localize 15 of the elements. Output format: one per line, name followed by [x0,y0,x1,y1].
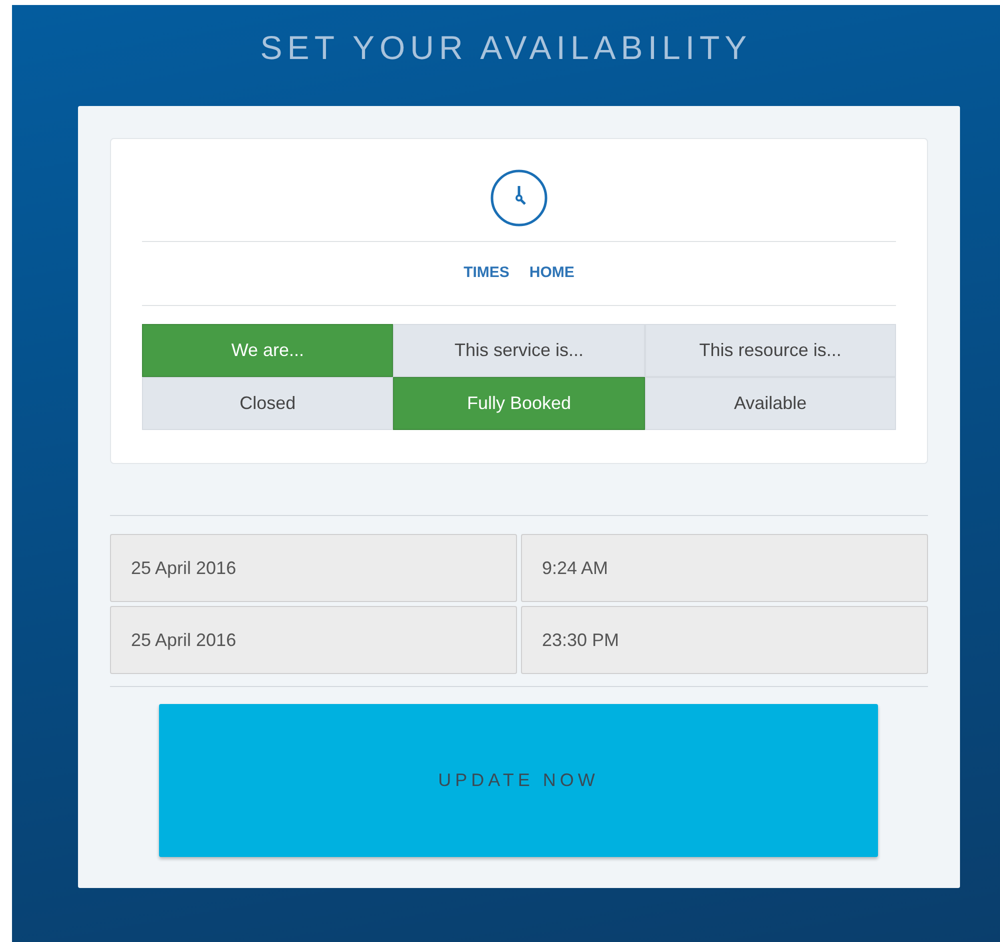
time-field[interactable]: 23:30 PM [521,606,928,674]
toggle-button[interactable]: This resource is... [644,324,896,377]
toggle-button[interactable]: Closed [142,377,394,430]
date-field[interactable]: 25 April 2016 [110,606,517,674]
toggle-button[interactable]: Fully Booked [393,377,645,430]
date-field[interactable]: 25 April 2016 [110,534,517,602]
nav-link[interactable]: TIMES [464,264,510,281]
time-field[interactable]: 9:24 AM [521,534,928,602]
clock-icon [490,169,548,227]
toggle-button[interactable]: This service is... [393,324,645,377]
update-button[interactable]: UPDATE NOW [159,704,878,857]
toggle-button[interactable]: Available [644,377,896,430]
toggle-button[interactable]: We are... [142,324,394,377]
nav-link[interactable]: HOME [529,264,574,281]
page-title: SET YOUR AVAILABILITY [259,29,753,67]
